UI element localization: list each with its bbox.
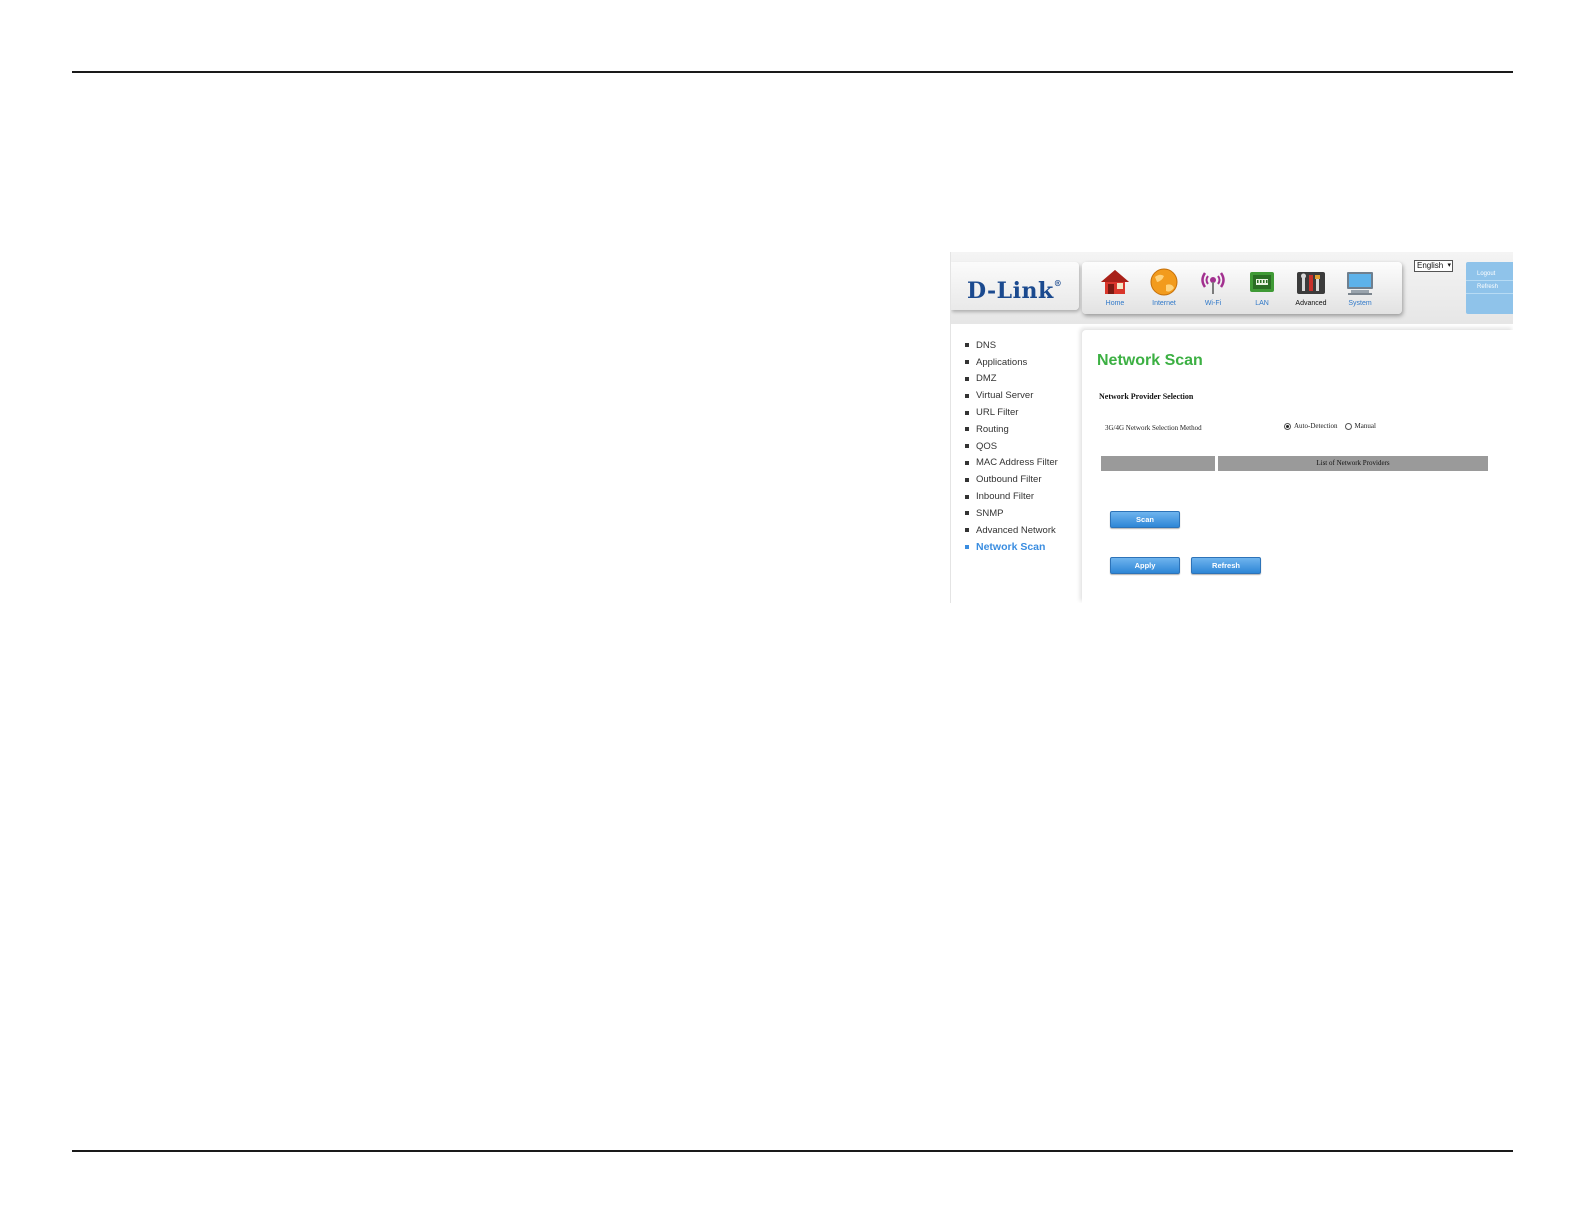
refresh-button[interactable]: Refresh	[1191, 557, 1261, 574]
language-selected: English	[1417, 261, 1444, 270]
sidebar-item-label: MAC Address Filter	[976, 457, 1058, 469]
sidebar-item-label: URL Filter	[976, 407, 1019, 419]
nav-system-label: System	[1348, 300, 1372, 307]
sidebar-item-inbound-filter[interactable]: Inbound Filter	[965, 488, 1085, 505]
bullet-icon	[965, 444, 969, 449]
dlink-logo: D-Link®	[967, 278, 1063, 304]
auto-detection-radio[interactable]	[1284, 422, 1291, 430]
sidebar-item-label: QOS	[976, 440, 998, 452]
bullet-icon	[965, 460, 969, 465]
selection-method-label: 3G/4G Network Selection Method	[1105, 424, 1202, 432]
sidebar-item-label: Virtual Server	[976, 390, 1034, 402]
router-admin-screenshot: D-Link® Home Internet Wi-Fi LAN Advanced…	[950, 252, 1513, 603]
manual-radio[interactable]	[1344, 422, 1352, 430]
sidebar-item-label: Inbound Filter	[976, 491, 1035, 503]
sidebar-item-label: DNS	[976, 339, 997, 351]
bullet-icon	[965, 376, 969, 381]
auto-detection-label: Auto-Detection	[1294, 422, 1338, 430]
sidebar-item-advanced-network[interactable]: Advanced Network	[965, 522, 1085, 539]
sidebar-item-snmp[interactable]: SNMP	[965, 505, 1085, 522]
bullet-icon	[965, 343, 969, 348]
bullet-icon	[965, 528, 969, 533]
sidebar-item-label: Advanced Network	[976, 524, 1056, 536]
bullet-icon	[965, 393, 969, 398]
refresh-link[interactable]: Refresh	[1466, 281, 1513, 294]
providers-table-header: List of Network Providers	[1101, 456, 1488, 471]
selection-method-radios: Auto-Detection Manual	[1284, 422, 1376, 430]
logout-link[interactable]: Logout	[1466, 268, 1513, 281]
sidebar-item-label: Outbound Filter	[976, 474, 1042, 486]
top-rule	[72, 71, 1513, 73]
nav-home-label: Home	[1105, 300, 1125, 307]
home-icon	[1101, 270, 1129, 294]
sidebar-item-network-scan[interactable]: Network Scan	[965, 539, 1085, 556]
nav-home[interactable]: Home	[1096, 262, 1134, 314]
chevron-down-icon: ▾	[1447, 262, 1451, 269]
lan-icon	[1250, 272, 1274, 292]
sidebar-item-virtual-server[interactable]: Virtual Server	[965, 387, 1085, 404]
table-header-select	[1101, 456, 1215, 471]
bullet-icon	[965, 410, 969, 415]
wifi-icon	[1201, 272, 1225, 294]
section-title: Network Provider Selection	[1099, 392, 1194, 401]
sidebar-item-mac-address-filter[interactable]: MAC Address Filter	[965, 455, 1085, 472]
sidebar-item-label: Routing	[976, 423, 1009, 435]
bottom-rule	[72, 1150, 1513, 1152]
nav-system[interactable]: System	[1341, 262, 1379, 314]
scan-button[interactable]: Scan	[1110, 511, 1180, 528]
manual-label: Manual	[1354, 422, 1376, 430]
sidebar-item-qos[interactable]: QOS	[965, 438, 1085, 455]
bullet-icon	[965, 360, 969, 365]
globe-icon	[1150, 268, 1178, 296]
bullet-icon	[965, 511, 969, 516]
sidebar-item-dmz[interactable]: DMZ	[965, 371, 1085, 388]
page-title: Network Scan	[1097, 352, 1203, 369]
sidebar-item-routing[interactable]: Routing	[965, 421, 1085, 438]
bullet-icon	[965, 544, 969, 549]
sidebar-item-url-filter[interactable]: URL Filter	[965, 404, 1085, 421]
main-nav: Home Internet Wi-Fi LAN Advanced System	[1082, 262, 1402, 314]
sidebar: DNS Applications DMZ Virtual Server URL …	[965, 337, 1085, 555]
language-select[interactable]: English ▾	[1414, 260, 1453, 272]
nav-lan-label: LAN	[1255, 300, 1269, 307]
tools-icon	[1297, 272, 1325, 294]
sidebar-item-applications[interactable]: Applications	[965, 354, 1085, 371]
table-header-providers: List of Network Providers	[1218, 456, 1488, 471]
nav-advanced[interactable]: Advanced	[1292, 262, 1330, 314]
monitor-icon	[1347, 272, 1373, 295]
nav-lan[interactable]: LAN	[1243, 262, 1281, 314]
account-panel: Logout Refresh	[1466, 262, 1513, 314]
bullet-icon	[965, 477, 969, 482]
sidebar-item-label: Network Scan	[976, 540, 1046, 553]
nav-wifi[interactable]: Wi-Fi	[1194, 262, 1232, 314]
sidebar-item-dns[interactable]: DNS	[965, 337, 1085, 354]
main-content: Network Scan Network Provider Selection …	[1082, 330, 1513, 603]
sidebar-item-label: DMZ	[976, 373, 997, 385]
apply-button[interactable]: Apply	[1110, 557, 1180, 574]
nav-wifi-label: Wi-Fi	[1204, 300, 1222, 307]
bullet-icon	[965, 427, 969, 432]
bullet-icon	[965, 494, 969, 499]
sidebar-item-label: Applications	[976, 356, 1028, 368]
nav-advanced-label: Advanced	[1295, 300, 1327, 307]
nav-internet-label: Internet	[1152, 300, 1176, 307]
sidebar-item-label: SNMP	[976, 507, 1004, 519]
sidebar-item-outbound-filter[interactable]: Outbound Filter	[965, 471, 1085, 488]
nav-internet[interactable]: Internet	[1145, 262, 1183, 314]
